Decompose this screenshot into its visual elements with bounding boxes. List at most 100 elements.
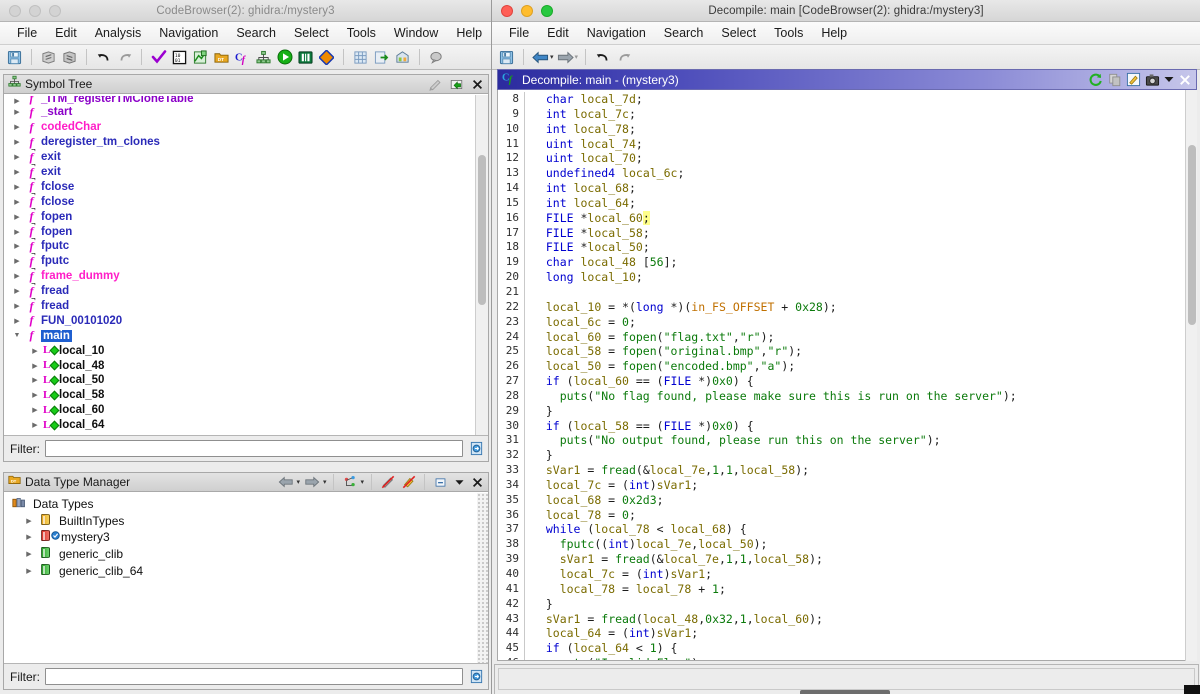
expand-triangle-icon[interactable]: ▶: [9, 108, 25, 116]
close-icon[interactable]: [1175, 71, 1194, 89]
right-window-titlebar[interactable]: Decompile: main [CodeBrowser(2): ghidra:…: [492, 0, 1200, 22]
code-line[interactable]: 30 if (local_58 == (FILE *)0x0) {: [498, 418, 1196, 434]
symbol-tree-filter-input[interactable]: [45, 440, 463, 457]
code-line[interactable]: 41 local_78 = local_78 + 1;: [498, 581, 1196, 597]
code-line[interactable]: 16 FILE *local_60;: [498, 210, 1196, 226]
symbol-tree-item[interactable]: ▶ f deregister_tm_clones: [5, 135, 475, 150]
decompile-panel-header[interactable]: Cf Decompile: main - (mystery3): [497, 69, 1197, 90]
symbol-tree[interactable]: ▶ f _ITM_registerTMCloneTable ▶ f _start ▶ f cod…: [5, 95, 475, 435]
code-line[interactable]: 28 puts("No flag found, please make sure…: [498, 388, 1196, 404]
code-line[interactable]: 10 int local_78;: [498, 121, 1196, 137]
code-line[interactable]: 14 int local_68;: [498, 181, 1196, 196]
symbol-tree-item[interactable]: ▶fexit: [5, 150, 475, 165]
expand-triangle-icon[interactable]: ▶: [9, 272, 25, 280]
dtm-header[interactable]: DT Data Type Manager ▾ ▾ ▾: [4, 473, 488, 492]
expand-triangle-icon[interactable]: ▶: [21, 567, 37, 575]
redo-icon[interactable]: [115, 48, 134, 67]
data-type-manager-icon[interactable]: DT: [212, 48, 231, 67]
data-type-item[interactable]: Data Types: [5, 496, 475, 513]
code-line[interactable]: 26 local_50 = fopen("encoded.bmp","a");: [498, 359, 1196, 375]
symbol-tree-filter-bar[interactable]: Filter:: [4, 435, 488, 461]
code-line[interactable]: 43 sVar1 = fread(local_48,0x32,1,local_6…: [498, 611, 1196, 627]
no-edit-icon[interactable]: [379, 474, 396, 490]
table-icon[interactable]: [351, 48, 370, 67]
close-icon[interactable]: [469, 474, 486, 490]
menu-help[interactable]: Help: [447, 22, 491, 44]
window-controls[interactable]: [9, 4, 61, 17]
memory-map-icon[interactable]: [191, 48, 210, 67]
decompiler-scrollbar[interactable]: [1185, 90, 1197, 661]
symbol-tree-item[interactable]: ▶ Llocal_60: [5, 403, 475, 418]
structure-icon[interactable]: [393, 48, 412, 67]
code-line[interactable]: 24 local_60 = fopen("flag.txt","r");: [498, 329, 1196, 345]
expand-triangle-icon[interactable]: ▶: [9, 153, 25, 161]
expand-triangle-icon[interactable]: ▶: [27, 391, 43, 399]
expand-triangle-icon[interactable]: ▶: [9, 287, 25, 295]
redo-icon[interactable]: [614, 48, 633, 67]
symbol-tree-item[interactable]: ▶ Llocal_58: [5, 388, 475, 403]
data-type-item[interactable]: ▶ mystery3: [5, 529, 475, 546]
minimize-window-button[interactable]: [29, 4, 41, 17]
code-line[interactable]: 37 while (local_78 < local_68) {: [498, 522, 1196, 538]
code-line[interactable]: 36 local_78 = 0;: [498, 507, 1196, 523]
function-graph-icon[interactable]: Cf: [233, 48, 252, 67]
menu-file[interactable]: File: [500, 22, 538, 44]
data-type-item[interactable]: ▶ generic_clib_64: [5, 562, 475, 579]
edit-icon[interactable]: [1124, 71, 1143, 89]
right-toolbar[interactable]: ▾ ▾: [492, 45, 1200, 70]
expand-triangle-icon[interactable]: ▶: [21, 550, 37, 558]
expand-triangle-icon[interactable]: ▶: [27, 347, 43, 355]
expand-triangle-icon[interactable]: ▶: [9, 183, 25, 191]
filter-options-icon[interactable]: [468, 668, 485, 685]
code-line[interactable]: 23 local_6c = 0;: [498, 314, 1196, 330]
snapshot-icon[interactable]: [1143, 71, 1162, 89]
symbol-tree-item[interactable]: ▶ Llocal_10: [5, 343, 475, 358]
undo-icon[interactable]: [94, 48, 113, 67]
code-line[interactable]: 20 long local_10;: [498, 270, 1196, 285]
expand-triangle-icon[interactable]: ▶: [9, 97, 25, 105]
symbol-tree-item[interactable]: ▶ f codedChar: [5, 120, 475, 135]
symbol-tree-item[interactable]: ▶ f _start: [5, 105, 475, 120]
console-icon[interactable]: [296, 48, 315, 67]
expand-triangle-icon[interactable]: ▶: [9, 213, 25, 221]
byte-viewer-icon[interactable]: 10 01: [170, 48, 189, 67]
code-line[interactable]: 13 undefined4 local_6c;: [498, 166, 1196, 182]
edit-icon[interactable]: [427, 76, 444, 92]
code-line[interactable]: 38 fputc((int)local_7e,local_50);: [498, 537, 1196, 553]
code-line[interactable]: 35 local_68 = 0x2d3;: [498, 492, 1196, 508]
expand-triangle-icon[interactable]: ▶: [9, 302, 25, 310]
left-window-titlebar[interactable]: CodeBrowser(2): ghidra:/mystery3: [0, 0, 491, 22]
import-program-icon[interactable]: [60, 48, 79, 67]
close-icon[interactable]: [469, 76, 486, 92]
menu-edit[interactable]: Edit: [46, 22, 86, 44]
collapse-triangle-icon[interactable]: ▼: [9, 332, 25, 339]
menu-caret-icon[interactable]: [453, 474, 465, 490]
symbol-tree-item[interactable]: ▶ffread: [5, 299, 475, 314]
close-window-button[interactable]: [501, 4, 513, 17]
copy-icon[interactable]: [1105, 71, 1124, 89]
code-line[interactable]: 19 char local_48 [56];: [498, 255, 1196, 271]
data-type-tree[interactable]: Data Types ▶ BuiltInTypes ▶ mystery3 ▶ generic…: [5, 493, 475, 663]
menu-navigation[interactable]: Navigation: [578, 22, 655, 44]
menu-select[interactable]: Select: [712, 22, 765, 44]
code-line[interactable]: 32 }: [498, 448, 1196, 464]
expand-triangle-icon[interactable]: ▶: [21, 517, 37, 525]
code-line[interactable]: 33 sVar1 = fread(&local_7e,1,1,local_58)…: [498, 463, 1196, 478]
code-line[interactable]: 15 int local_64;: [498, 195, 1196, 211]
back-caret-icon[interactable]: ▾: [296, 478, 300, 486]
expand-triangle-icon[interactable]: ▶: [27, 376, 43, 384]
decompiler-code-view[interactable]: 8 char local_7d; 9 int local_7c; 10 int lo…: [497, 90, 1197, 661]
code-line[interactable]: 18 FILE *local_50;: [498, 240, 1196, 256]
undo-icon[interactable]: [593, 48, 612, 67]
scrollbar-thumb[interactable]: [1188, 145, 1196, 325]
save-icon[interactable]: [5, 48, 24, 67]
symbol-tree-item[interactable]: ▶fexit: [5, 165, 475, 180]
symbol-tree-item[interactable]: ▶ffread: [5, 284, 475, 299]
back-caret-icon[interactable]: ▾: [550, 53, 554, 61]
symbol-tree-icon[interactable]: [254, 48, 273, 67]
menu-tools[interactable]: Tools: [338, 22, 385, 44]
code-line[interactable]: 39 sVar1 = fread(&local_7e,1,1,local_58)…: [498, 552, 1196, 567]
export-icon[interactable]: [372, 48, 391, 67]
close-window-button[interactable]: [9, 4, 21, 17]
dtm-filter-bar[interactable]: Filter:: [4, 663, 488, 689]
